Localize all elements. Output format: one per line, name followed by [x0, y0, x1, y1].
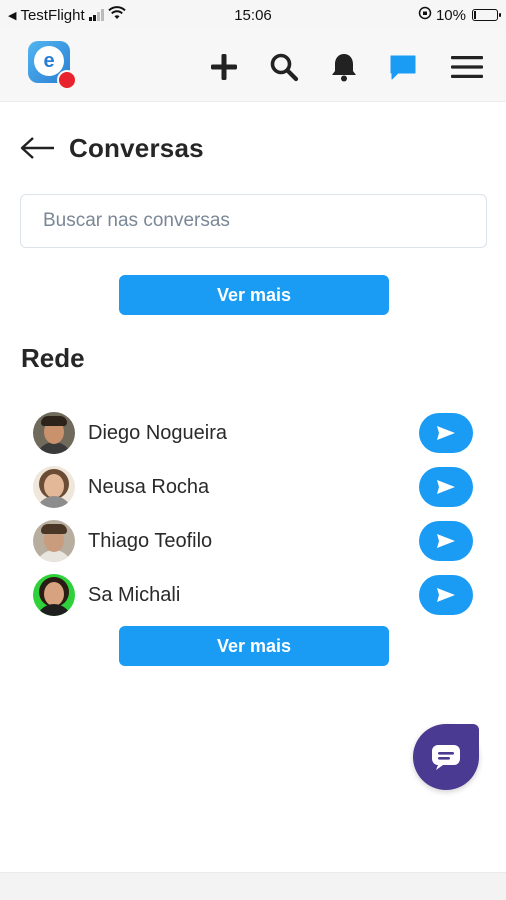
signal-icon	[88, 9, 104, 21]
chat-support-button[interactable]	[413, 724, 479, 790]
carrier-label: TestFlight	[20, 6, 85, 24]
contact-row[interactable]: Diego Nogueira	[33, 412, 473, 454]
send-icon	[437, 426, 455, 440]
contact-name: Thiago Teofilo	[88, 529, 213, 552]
app-logo[interactable]: e	[28, 41, 77, 90]
network-section-title: Rede	[21, 343, 85, 373]
status-left: ◀ TestFlight	[8, 6, 208, 24]
wifi-icon	[107, 6, 126, 24]
network-more-button[interactable]: Ver mais	[119, 626, 389, 666]
chat-icon[interactable]	[386, 50, 420, 84]
bell-icon[interactable]	[327, 50, 361, 84]
page-title: Conversas	[69, 132, 204, 163]
battery-icon	[472, 9, 501, 21]
contact-row[interactable]: Neusa Rocha	[33, 466, 473, 508]
status-right: 10%	[298, 6, 501, 24]
avatar	[33, 574, 75, 616]
send-message-button[interactable]	[419, 413, 473, 453]
send-icon	[437, 588, 455, 602]
back-arrow-icon[interactable]	[20, 133, 56, 163]
battery-percent: 10%	[435, 6, 466, 24]
contact-name: Diego Nogueira	[88, 421, 227, 444]
status-time: 15:06	[234, 6, 272, 24]
rotation-lock-icon	[418, 6, 432, 24]
avatar	[33, 412, 75, 454]
search-icon[interactable]	[267, 50, 301, 84]
send-message-button[interactable]	[419, 467, 473, 507]
avatar	[33, 466, 75, 508]
send-message-button[interactable]	[419, 575, 473, 615]
contact-row[interactable]: Sa Michali	[33, 574, 473, 616]
search-input[interactable]	[20, 194, 487, 248]
menu-icon[interactable]	[450, 50, 484, 84]
send-message-button[interactable]	[419, 521, 473, 561]
contact-name: Sa Michali	[88, 583, 181, 606]
conversations-more-button[interactable]: Ver mais	[119, 275, 389, 315]
plus-icon[interactable]	[207, 50, 241, 84]
page-title-row: Conversas	[20, 128, 204, 168]
contact-row[interactable]: Thiago Teofilo	[33, 520, 473, 562]
chat-bubble-icon	[432, 745, 460, 770]
notification-dot	[57, 70, 77, 90]
app-header: e	[0, 30, 506, 102]
back-to-app-icon[interactable]: ◀	[8, 9, 16, 22]
bottom-bar	[0, 872, 506, 900]
avatar	[33, 520, 75, 562]
send-icon	[437, 480, 455, 494]
status-bar: ◀ TestFlight 15:06 10%	[0, 0, 506, 30]
send-icon	[437, 534, 455, 548]
contact-name: Neusa Rocha	[88, 475, 210, 498]
